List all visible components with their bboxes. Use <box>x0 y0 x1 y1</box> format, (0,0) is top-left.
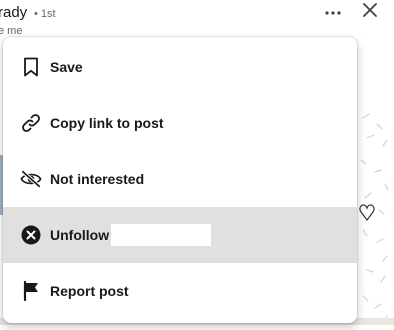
menu-item-not-interested[interactable]: Not interested <box>3 151 357 207</box>
menu-item-label: Save <box>50 59 83 75</box>
flag-icon <box>20 280 42 302</box>
post-header: rady • 1st e me <box>0 0 394 40</box>
ellipsis-horizontal-icon <box>324 3 342 21</box>
redacted-name <box>111 224 211 246</box>
dismiss-post-button[interactable] <box>356 0 384 24</box>
author-name[interactable]: rady <box>0 4 27 21</box>
menu-item-label: Not interested <box>50 171 145 187</box>
bookmark-icon <box>20 56 42 78</box>
eye-slash-icon <box>20 168 42 190</box>
menu-item-label: Unfollow <box>50 227 110 243</box>
menu-item-report-post[interactable]: Report post <box>3 263 357 319</box>
post-options-menu: Save Copy link to post Not interested Un… <box>3 37 357 323</box>
connection-degree: • 1st <box>34 8 56 20</box>
post-image-pattern <box>355 110 394 325</box>
menu-item-save[interactable]: Save <box>3 39 357 95</box>
menu-item-unfollow[interactable]: Unfollow <box>3 207 357 263</box>
author-subtitle: e me <box>0 25 23 37</box>
link-icon <box>20 112 42 134</box>
menu-item-copy-link[interactable]: Copy link to post <box>3 95 357 151</box>
x-circle-icon <box>20 224 42 246</box>
close-x-icon <box>363 2 377 22</box>
more-options-button[interactable] <box>318 0 348 24</box>
menu-item-label: Report post <box>50 283 129 299</box>
menu-item-label: Copy link to post <box>50 115 164 131</box>
